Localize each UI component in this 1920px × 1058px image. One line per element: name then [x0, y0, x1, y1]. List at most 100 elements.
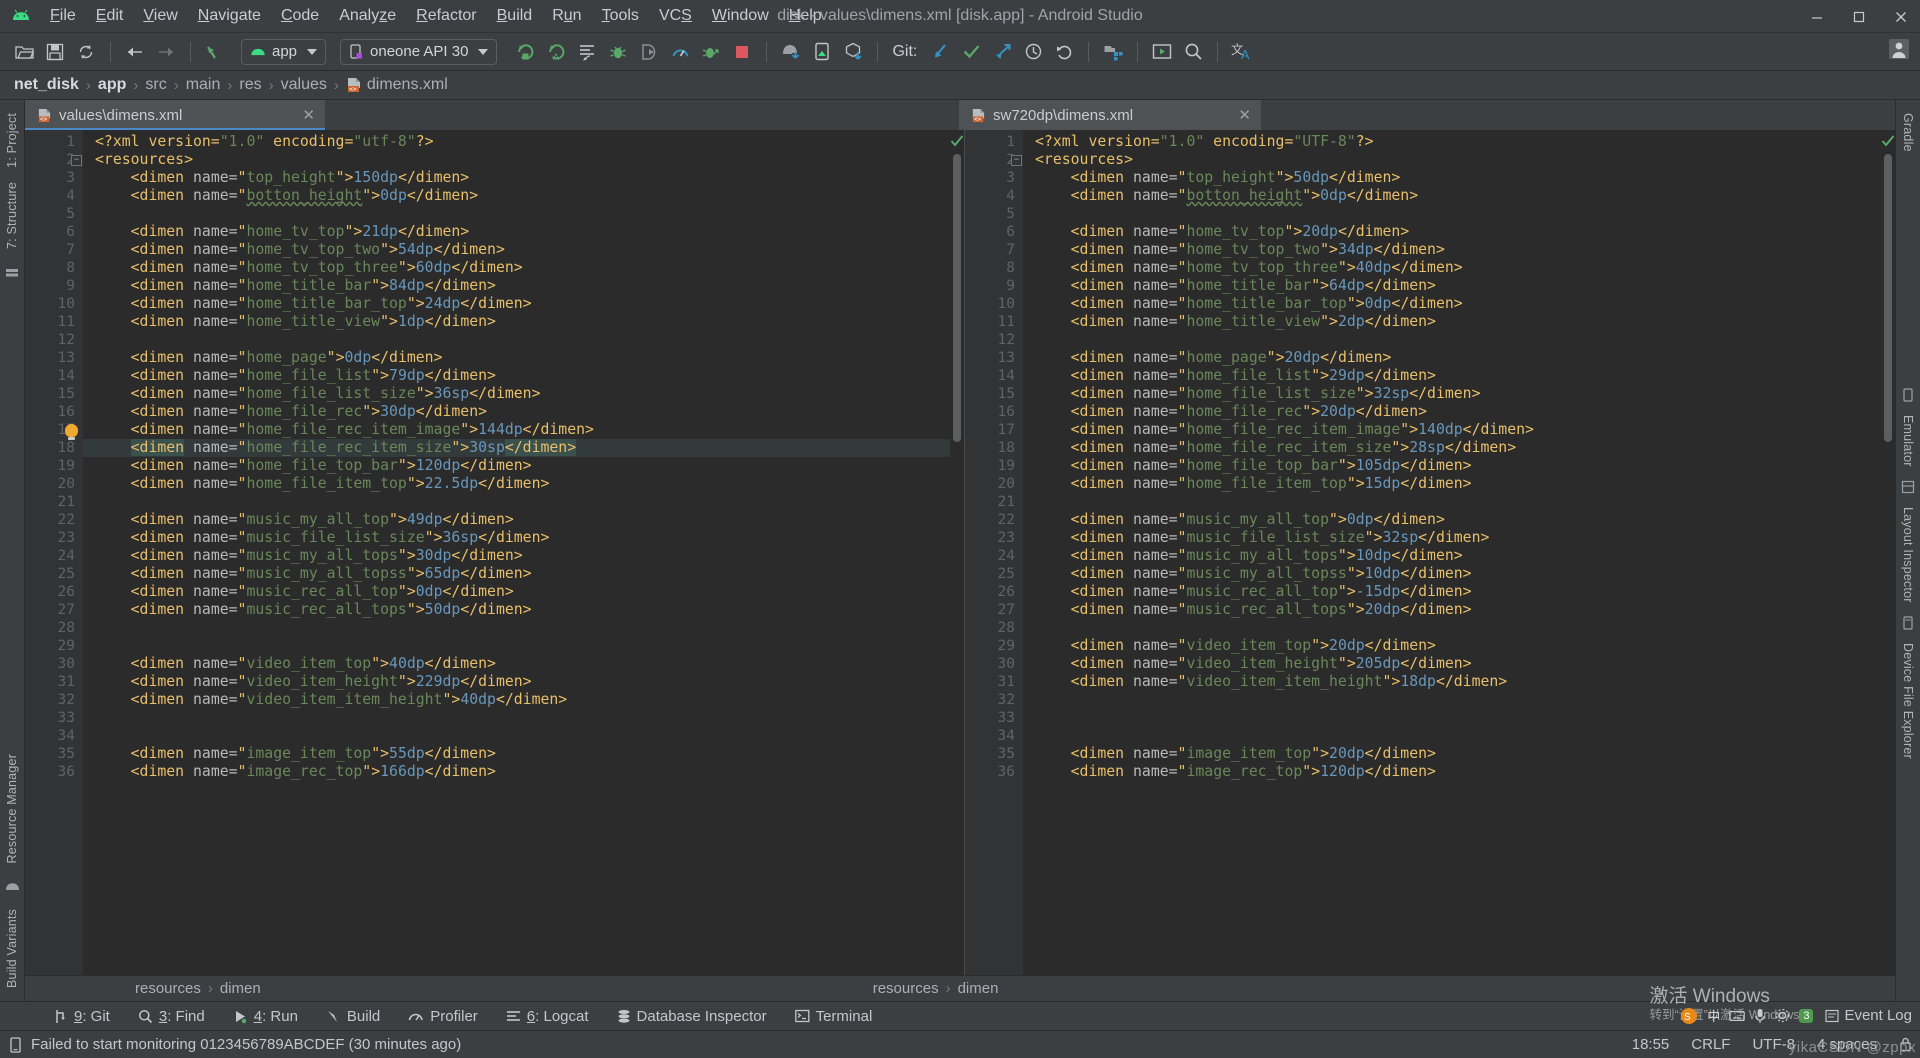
code-line[interactable]: <dimen name="music_my_all_topss">65dp</d…	[83, 565, 950, 583]
menu-item-edit[interactable]: Edit	[86, 5, 134, 27]
sdk-manager-icon[interactable]	[808, 38, 836, 66]
footer-crumb-dimen-right[interactable]: dimen	[958, 980, 999, 997]
code-line[interactable]: <dimen name="home_title_bar">64dp</dimen…	[1023, 277, 1881, 295]
breadcrumb-item-net_disk[interactable]: net_disk	[14, 76, 79, 94]
code-content-left[interactable]: <?xml version="1.0" encoding="utf-8"?> <r…	[83, 130, 950, 975]
code-line[interactable]: <dimen name="home_file_item_top">22.5dp<…	[83, 475, 950, 493]
marker-strip-left[interactable]	[950, 130, 964, 975]
sync-gradle-icon[interactable]	[839, 38, 867, 66]
code-line[interactable]: <dimen name="home_page">20dp</dimen>	[1023, 349, 1881, 367]
footer-crumb-resources-right[interactable]: resources	[873, 980, 939, 997]
sidebar-item-resource-manager[interactable]: Resource Manager	[2, 747, 22, 871]
code-line[interactable]: <dimen name="home_file_top_bar">105dp</d…	[1023, 457, 1881, 475]
tool-window-run[interactable]: 4: Run	[219, 1008, 312, 1025]
code-line[interactable]: <dimen name="music_my_all_topss">10dp</d…	[1023, 565, 1881, 583]
code-line[interactable]: <dimen name="video_item_item_height">40d…	[83, 691, 950, 709]
editor-tab-values-dimens[interactable]: <> values\dimens.xml ✕	[25, 100, 325, 130]
editor-tab-sw720dp-dimens[interactable]: <> sw720dp\dimens.xml ✕	[959, 100, 1261, 130]
code-line[interactable]: <dimen name="home_file_rec_item_image">1…	[1023, 421, 1881, 439]
code-line[interactable]: <dimen name="video_item_height">205dp</d…	[1023, 655, 1881, 673]
code-line[interactable]	[83, 709, 950, 727]
breadcrumb-item-dimens[interactable]: dimens.xml	[367, 76, 448, 94]
app-tray-icon[interactable]: S	[1680, 1007, 1698, 1025]
favorites-icon[interactable]	[5, 264, 19, 278]
tool-window-git[interactable]: 9: Git	[40, 1008, 124, 1025]
code-line[interactable]: <dimen name="home_file_top_bar">120dp</d…	[83, 457, 950, 475]
status-line-ending[interactable]: CRLF	[1691, 1036, 1730, 1053]
menu-item-vcs[interactable]: VCS	[649, 5, 702, 27]
menu-item-refactor[interactable]: Refactor	[406, 5, 486, 27]
git-history-icon[interactable]	[1019, 38, 1047, 66]
menu-item-view[interactable]: View	[133, 5, 187, 27]
ime-indicator[interactable]: 中	[1707, 1006, 1720, 1025]
code-line[interactable]	[83, 493, 950, 511]
editor-tab-close-2[interactable]: ✕	[1222, 106, 1251, 124]
code-line[interactable]: <dimen name="home_file_list_size">32sp</…	[1023, 385, 1881, 403]
code-line[interactable]: <dimen name="music_rec_all_top">0dp</dim…	[83, 583, 950, 601]
code-line[interactable]	[1023, 727, 1881, 745]
close-button[interactable]	[1890, 6, 1912, 28]
tool-window-database-inspector[interactable]: Database Inspector	[603, 1008, 781, 1025]
code-line[interactable]: <dimen name="music_my_all_top">49dp</dim…	[83, 511, 950, 529]
code-line[interactable]: <dimen name="botton_height">0dp</dimen>	[1023, 187, 1881, 205]
code-line[interactable]: <dimen name="home_file_list">79dp</dimen…	[83, 367, 950, 385]
debug-icon[interactable]	[604, 38, 632, 66]
sidebar-item-build-variants[interactable]: Build Variants	[2, 902, 22, 995]
code-line[interactable]: <dimen name="home_file_list">29dp</dimen…	[1023, 367, 1881, 385]
sidebar-item-gradle[interactable]: Gradle	[1898, 106, 1918, 159]
code-line[interactable]: <resources>	[1023, 151, 1881, 169]
tool-window-find[interactable]: 3: Find	[124, 1008, 219, 1025]
sidebar-item-device-file-explorer[interactable]: Device File Explorer	[1898, 636, 1918, 766]
menu-item-file[interactable]: File	[40, 5, 86, 27]
git-revert-icon[interactable]	[1050, 38, 1078, 66]
code-line[interactable]: <dimen name="image_item_top">20dp</dimen…	[1023, 745, 1881, 763]
code-line[interactable]	[83, 619, 950, 637]
run-with-coverage-icon[interactable]: A	[542, 38, 570, 66]
vertical-scrollbar-right[interactable]	[1884, 154, 1892, 442]
menu-item-tools[interactable]: Tools	[592, 5, 649, 27]
sidebar-item-structure[interactable]: 7: Structure	[2, 175, 22, 256]
code-fold-toggle[interactable]: −	[71, 155, 82, 166]
menu-item-build[interactable]: Build	[487, 5, 543, 27]
maximize-button[interactable]	[1848, 6, 1870, 28]
open-folder-icon[interactable]	[10, 38, 38, 66]
breadcrumb-item-res[interactable]: res	[239, 76, 261, 94]
breadcrumb-item-values[interactable]: values	[281, 76, 327, 94]
code-line[interactable]: <dimen name="home_file_list_size">36sp</…	[83, 385, 950, 403]
settings-icon[interactable]	[1775, 1008, 1790, 1023]
code-line[interactable]: <dimen name="video_item_top">40dp</dimen…	[83, 655, 950, 673]
code-line[interactable]: <dimen name="music_my_all_tops">30dp</di…	[83, 547, 950, 565]
tool-window-logcat[interactable]: 6: Logcat	[492, 1008, 603, 1025]
code-line[interactable]: <dimen name="home_title_bar_top">24dp</d…	[83, 295, 950, 313]
code-line[interactable]: <dimen name="home_tv_top">21dp</dimen>	[83, 223, 950, 241]
code-line[interactable]: <dimen name="music_my_all_tops">10dp</di…	[1023, 547, 1881, 565]
code-line[interactable]	[1023, 205, 1881, 223]
code-line[interactable]: <dimen name="home_file_rec_item_image">1…	[83, 421, 950, 439]
vertical-scrollbar-left[interactable]	[953, 154, 961, 442]
code-line[interactable]: <dimen name="music_rec_all_tops">20dp</d…	[1023, 601, 1881, 619]
code-line[interactable]: <dimen name="home_tv_top_two">54dp</dime…	[83, 241, 950, 259]
minimize-button[interactable]	[1806, 6, 1828, 28]
code-line[interactable]: <dimen name="music_file_list_size">32sp<…	[1023, 529, 1881, 547]
footer-crumb-dimen-left[interactable]: dimen	[220, 980, 261, 997]
layout-preview-icon[interactable]	[1148, 38, 1176, 66]
status-message[interactable]: Failed to start monitoring 0123456789ABC…	[31, 1036, 461, 1053]
code-line[interactable]: <dimen name="home_title_bar">84dp</dimen…	[83, 277, 950, 295]
code-fold-toggle[interactable]: −	[1011, 155, 1022, 166]
sync-project-icon[interactable]	[72, 38, 100, 66]
footer-crumb-resources-left[interactable]: resources	[135, 980, 201, 997]
sidebar-item-layout-inspector[interactable]: Layout Inspector	[1898, 500, 1918, 610]
code-line[interactable]: <dimen name="image_rec_top">120dp</dimen…	[1023, 763, 1881, 781]
code-line[interactable]: <dimen name="home_tv_top_two">34dp</dime…	[1023, 241, 1881, 259]
translate-icon[interactable]: 文A	[1228, 38, 1256, 66]
code-line[interactable]	[83, 331, 950, 349]
event-log-button[interactable]: Event Log	[1825, 1007, 1912, 1024]
code-content-right[interactable]: <?xml version="1.0" encoding="UTF-8"?> <r…	[1023, 130, 1881, 975]
marker-strip-right[interactable]	[1881, 130, 1895, 975]
microphone-icon[interactable]	[1754, 1008, 1766, 1024]
code-line[interactable]: <resources>	[83, 151, 950, 169]
menu-item-navigate[interactable]: Navigate	[188, 5, 271, 27]
module-selector-combo[interactable]: app	[241, 38, 327, 65]
code-line[interactable]	[1023, 331, 1881, 349]
sidebar-item-emulator[interactable]: Emulator	[1898, 408, 1918, 474]
